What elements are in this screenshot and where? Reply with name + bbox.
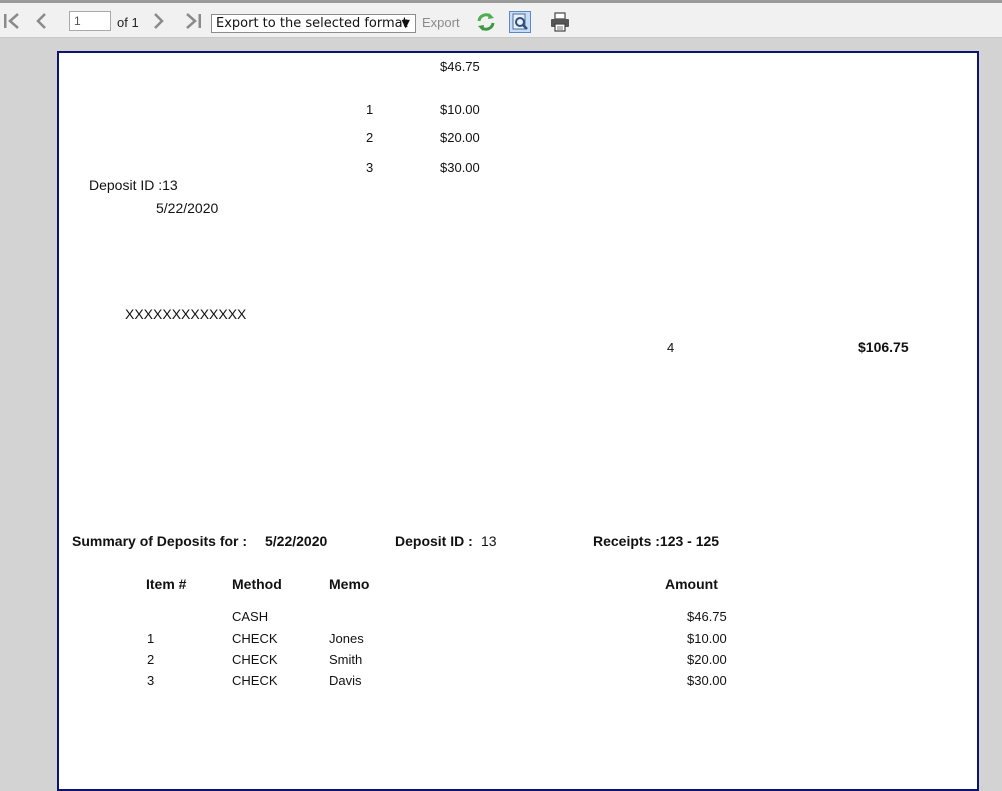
refresh-icon[interactable] bbox=[475, 11, 497, 33]
deposit-date: 5/22/2020 bbox=[156, 200, 219, 216]
slip-item-amount: $10.00 bbox=[440, 102, 480, 117]
row-amount: $20.00 bbox=[687, 652, 727, 667]
row-memo: Smith bbox=[329, 652, 363, 667]
summary-receipts: Receipts :123 - 125 bbox=[593, 533, 720, 549]
deposit-total: $106.75 bbox=[858, 339, 909, 355]
last-page-icon[interactable] bbox=[185, 12, 203, 30]
row-method: CASH bbox=[232, 609, 269, 624]
row-amount: $30.00 bbox=[687, 673, 727, 688]
row-method: CHECK bbox=[232, 652, 278, 667]
next-page-icon[interactable] bbox=[151, 12, 167, 30]
page-count-label: of 1 bbox=[117, 15, 139, 30]
column-header-item: Item # bbox=[146, 576, 187, 592]
slip-item-number: 2 bbox=[366, 130, 374, 145]
row-method: CHECK bbox=[232, 673, 278, 688]
summary-deposit-value: 13 bbox=[481, 533, 497, 549]
column-header-memo: Memo bbox=[329, 576, 370, 592]
slip-item-number: 3 bbox=[366, 160, 374, 175]
export-link[interactable]: Export bbox=[422, 15, 460, 30]
item-count: 4 bbox=[667, 340, 675, 355]
slip-item-amount: $20.00 bbox=[440, 130, 480, 145]
column-header-method: Method bbox=[232, 576, 282, 592]
export-format-value: Export to the selected format bbox=[216, 16, 408, 31]
row-item: 3 bbox=[147, 673, 155, 688]
export-format-select[interactable]: Export to the selected format ▼ bbox=[211, 14, 416, 33]
row-item: 2 bbox=[147, 652, 155, 667]
deposit-id-label: Deposit ID :13 bbox=[89, 177, 178, 193]
row-memo: Jones bbox=[329, 631, 364, 646]
account-number-mask: XXXXXXXXXXXXX bbox=[125, 306, 247, 322]
row-amount: $46.75 bbox=[687, 609, 727, 624]
dropdown-arrow-icon: ▼ bbox=[401, 17, 410, 30]
summary-deposit-label: Deposit ID : bbox=[395, 533, 473, 549]
report-toolbar: of 1 Export to the selected format ▼ Exp… bbox=[0, 0, 1002, 38]
slip-item-number: 1 bbox=[366, 102, 374, 117]
row-amount: $10.00 bbox=[687, 631, 727, 646]
row-memo: Davis bbox=[329, 673, 362, 688]
column-header-amount: Amount bbox=[665, 576, 718, 592]
previous-page-icon[interactable] bbox=[33, 12, 49, 30]
slip-item-amount: $30.00 bbox=[440, 160, 480, 175]
print-preview-icon[interactable] bbox=[509, 11, 531, 33]
report-page: $46.75 1 $10.00 2 $20.00 3 $30.00 Deposi… bbox=[57, 51, 979, 791]
first-page-icon[interactable] bbox=[2, 12, 20, 30]
row-method: CHECK bbox=[232, 631, 278, 646]
page-number-input[interactable] bbox=[69, 11, 111, 31]
cash-amount: $46.75 bbox=[440, 59, 480, 74]
summary-title-label: Summary of Deposits for : bbox=[72, 533, 248, 549]
row-item: 1 bbox=[147, 631, 155, 646]
summary-title-date: 5/22/2020 bbox=[265, 533, 328, 549]
print-icon[interactable] bbox=[549, 11, 571, 33]
